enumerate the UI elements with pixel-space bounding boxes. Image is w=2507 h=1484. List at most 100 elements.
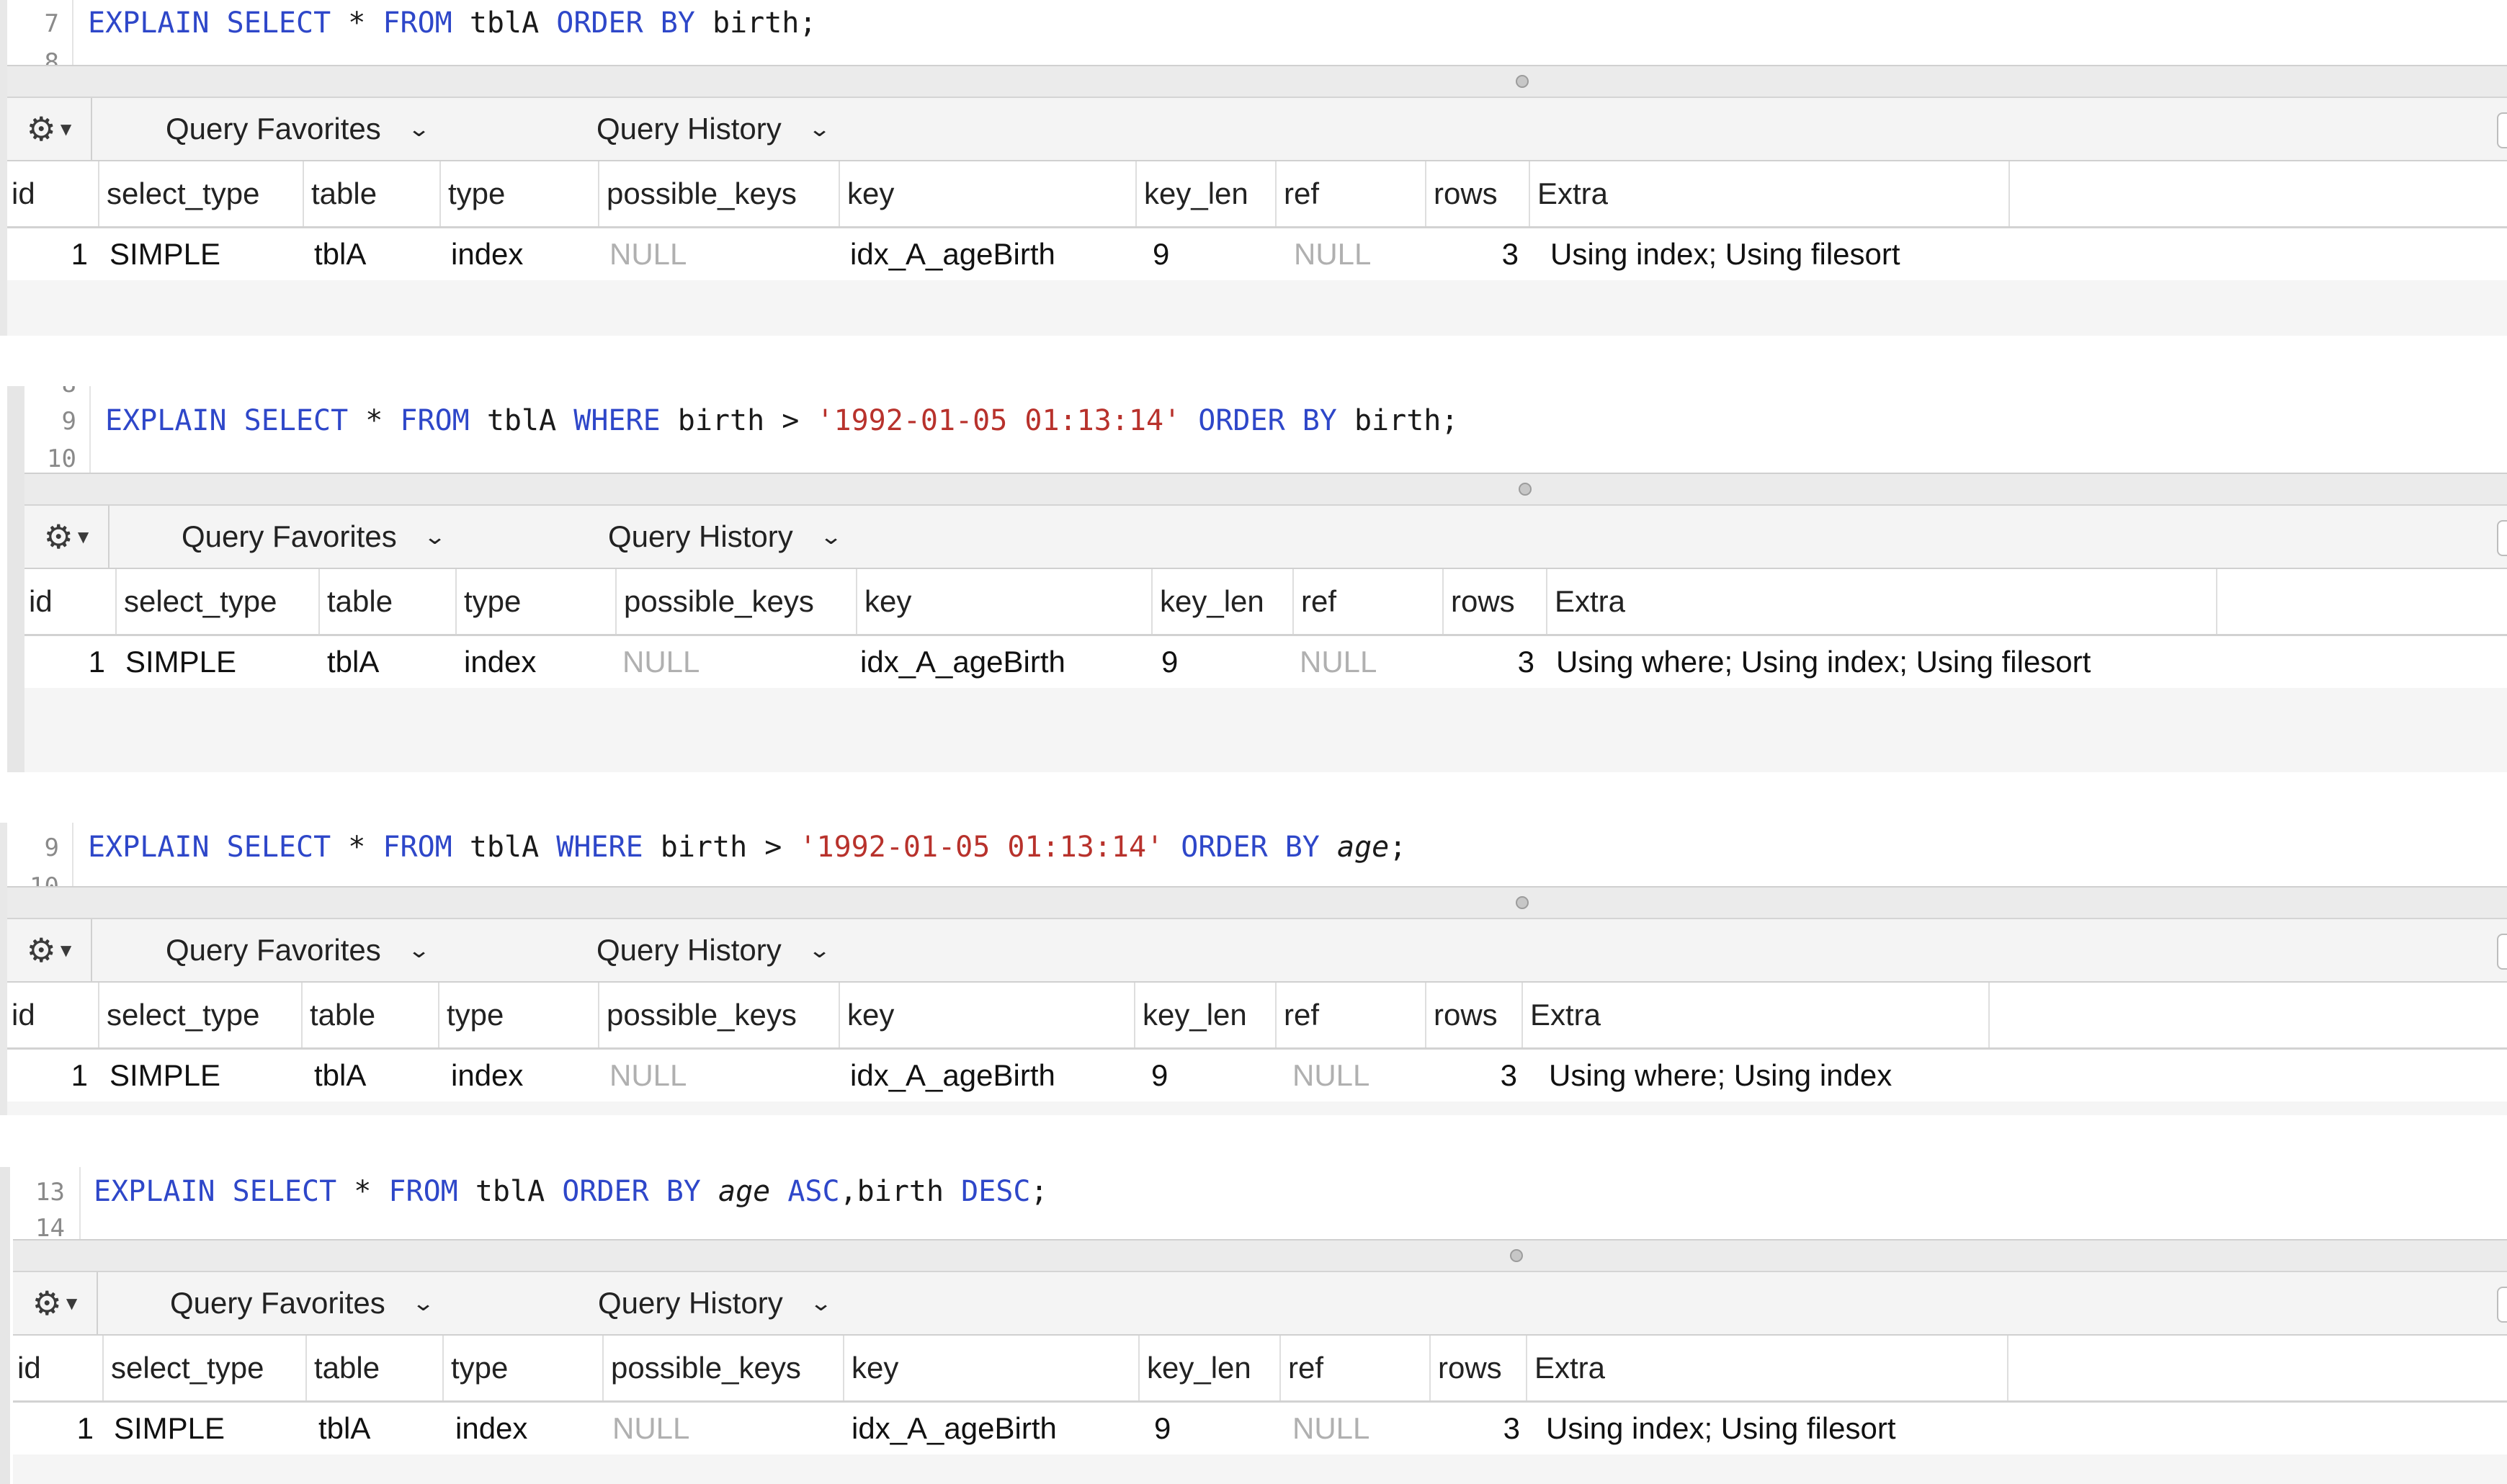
- sql-text: birth >: [660, 404, 817, 437]
- chevron-down-icon: ⌄: [422, 524, 447, 550]
- column-header-key-len[interactable]: key_len: [1140, 1336, 1281, 1400]
- cell-key-len: 9: [1153, 237, 1170, 271]
- column-header-select-type[interactable]: select_type: [99, 983, 303, 1047]
- sql-query-text[interactable]: EXPLAIN SELECT * FROM tblA ORDER BY age …: [94, 1177, 1048, 1206]
- column-header-possible-keys[interactable]: possible_keys: [617, 569, 857, 634]
- sql-text: birth;: [1336, 404, 1459, 437]
- column-header-rows[interactable]: rows: [1444, 569, 1547, 634]
- table-row[interactable]: 1 SIMPLE tblA index NULL idx_A_ageBirth …: [7, 228, 2507, 280]
- column-header-possible-keys[interactable]: possible_keys: [604, 1336, 844, 1400]
- panel-edge-button[interactable]: [2497, 112, 2507, 148]
- split-grip-handle[interactable]: [1519, 483, 1532, 496]
- query-favorites-menu[interactable]: Query Favorites ⌄: [182, 506, 447, 568]
- cell-ref: NULL: [1292, 1058, 1370, 1092]
- column-header-id[interactable]: id: [7, 983, 99, 1047]
- cell-ref: NULL: [1292, 1411, 1370, 1445]
- cell-extra: Using index; Using filesort: [1546, 1411, 1896, 1445]
- line-number: 13: [35, 1178, 65, 1207]
- query-favorites-menu[interactable]: Query Favorites ⌄: [170, 1272, 435, 1334]
- column-header-ref[interactable]: ref: [1277, 983, 1426, 1047]
- column-header-rows[interactable]: rows: [1426, 983, 1523, 1047]
- cell-select-type: SIMPLE: [114, 1411, 225, 1445]
- query-history-menu[interactable]: Query History ⌄: [596, 98, 831, 160]
- column-header-select-type[interactable]: select_type: [104, 1336, 307, 1400]
- column-header-table[interactable]: table: [303, 983, 439, 1047]
- column-header-extra[interactable]: Extra: [1547, 569, 2217, 634]
- column-header-key[interactable]: key: [857, 569, 1153, 634]
- gear-icon: ⚙: [26, 109, 56, 148]
- results-grid: id select_type table type possible_keys …: [7, 983, 2507, 1115]
- cell-select-type: SIMPLE: [125, 645, 237, 679]
- column-header-key-len[interactable]: key_len: [1153, 569, 1294, 634]
- column-header-extra[interactable]: Extra: [1527, 1336, 2008, 1400]
- sql-editor[interactable]: 7 8 EXPLAIN SELECT * FROM tblA ORDER BY …: [7, 0, 2507, 65]
- table-row[interactable]: 1 SIMPLE tblA index NULL idx_A_ageBirth …: [24, 636, 2507, 688]
- split-divider[interactable]: [13, 1239, 2507, 1272]
- column-header-select-type[interactable]: select_type: [117, 569, 320, 634]
- split-grip-handle[interactable]: [1516, 75, 1529, 88]
- panel-left-border: [7, 386, 24, 772]
- column-header-id[interactable]: id: [13, 1336, 104, 1400]
- sql-keyword: FROM: [400, 404, 470, 437]
- column-header-rows[interactable]: rows: [1426, 161, 1530, 226]
- table-row[interactable]: 1 SIMPLE tblA index NULL idx_A_ageBirth …: [13, 1403, 2507, 1454]
- settings-menu-button[interactable]: ⚙ ▼: [24, 506, 110, 568]
- column-header-type[interactable]: type: [441, 161, 599, 226]
- sql-editor[interactable]: 13 14 EXPLAIN SELECT * FROM tblA ORDER B…: [13, 1167, 2507, 1239]
- sql-editor[interactable]: 8 9 10 EXPLAIN SELECT * FROM tblA WHERE …: [24, 386, 2507, 473]
- column-header-key[interactable]: key: [840, 161, 1137, 226]
- column-header-ref[interactable]: ref: [1294, 569, 1444, 634]
- split-divider[interactable]: [7, 886, 2507, 919]
- split-divider[interactable]: [7, 65, 2507, 98]
- panel-edge-button[interactable]: [2497, 520, 2507, 556]
- split-grip-handle[interactable]: [1516, 896, 1529, 909]
- query-history-menu[interactable]: Query History ⌄: [596, 919, 831, 981]
- table-row[interactable]: 1 SIMPLE tblA index NULL idx_A_ageBirth …: [7, 1050, 2507, 1101]
- settings-menu-button[interactable]: ⚙ ▼: [7, 98, 92, 160]
- column-header-key-len[interactable]: key_len: [1137, 161, 1277, 226]
- split-grip-handle[interactable]: [1510, 1249, 1523, 1262]
- sql-query-text[interactable]: EXPLAIN SELECT * FROM tblA ORDER BY birt…: [88, 9, 816, 37]
- column-header-key-len[interactable]: key_len: [1135, 983, 1277, 1047]
- column-header-possible-keys[interactable]: possible_keys: [599, 983, 840, 1047]
- query-favorites-menu[interactable]: Query Favorites ⌄: [166, 98, 431, 160]
- column-header-extra[interactable]: Extra: [1530, 161, 2010, 226]
- cell-rows: 3: [1503, 1411, 1520, 1445]
- sql-keyword: ORDER BY: [562, 1175, 701, 1208]
- column-header-ref[interactable]: ref: [1277, 161, 1426, 226]
- column-header-select-type[interactable]: select_type: [99, 161, 304, 226]
- column-header-possible-keys[interactable]: possible_keys: [599, 161, 840, 226]
- column-header-type[interactable]: type: [444, 1336, 604, 1400]
- chevron-down-icon: ⌄: [808, 1290, 833, 1316]
- column-header-table[interactable]: table: [320, 569, 457, 634]
- split-divider[interactable]: [24, 473, 2507, 506]
- column-header-type[interactable]: type: [439, 983, 599, 1047]
- column-header-ref[interactable]: ref: [1281, 1336, 1431, 1400]
- query-history-menu[interactable]: Query History ⌄: [598, 1272, 833, 1334]
- column-header-id[interactable]: id: [7, 161, 99, 226]
- panel-edge-button[interactable]: [2497, 934, 2507, 970]
- sql-editor[interactable]: 9 10 EXPLAIN SELECT * FROM tblA WHERE bi…: [7, 823, 2507, 886]
- column-header-table[interactable]: table: [304, 161, 441, 226]
- panel-edge-button[interactable]: [2497, 1287, 2507, 1323]
- column-header-rows[interactable]: rows: [1431, 1336, 1527, 1400]
- settings-menu-button[interactable]: ⚙ ▼: [13, 1272, 98, 1334]
- column-header-id[interactable]: id: [24, 569, 117, 634]
- results-toolbar: ⚙ ▼ Query Favorites ⌄ Query History ⌄: [24, 506, 2507, 569]
- results-grid: id select_type table type possible_keys …: [24, 569, 2507, 772]
- query-history-menu[interactable]: Query History ⌄: [608, 506, 843, 568]
- sql-query-text[interactable]: EXPLAIN SELECT * FROM tblA WHERE birth >…: [105, 406, 1458, 435]
- query-favorites-menu[interactable]: Query Favorites ⌄: [166, 919, 431, 981]
- column-header-type[interactable]: type: [457, 569, 617, 634]
- column-header-extra[interactable]: Extra: [1523, 983, 1990, 1047]
- cell-type: index: [464, 645, 537, 679]
- column-header-key[interactable]: key: [844, 1336, 1140, 1400]
- cell-possible-keys: NULL: [612, 1411, 690, 1445]
- settings-menu-button[interactable]: ⚙ ▼: [7, 919, 92, 981]
- column-header-table[interactable]: table: [307, 1336, 444, 1400]
- sql-query-text[interactable]: EXPLAIN SELECT * FROM tblA WHERE birth >…: [88, 833, 1406, 862]
- column-header-key[interactable]: key: [840, 983, 1135, 1047]
